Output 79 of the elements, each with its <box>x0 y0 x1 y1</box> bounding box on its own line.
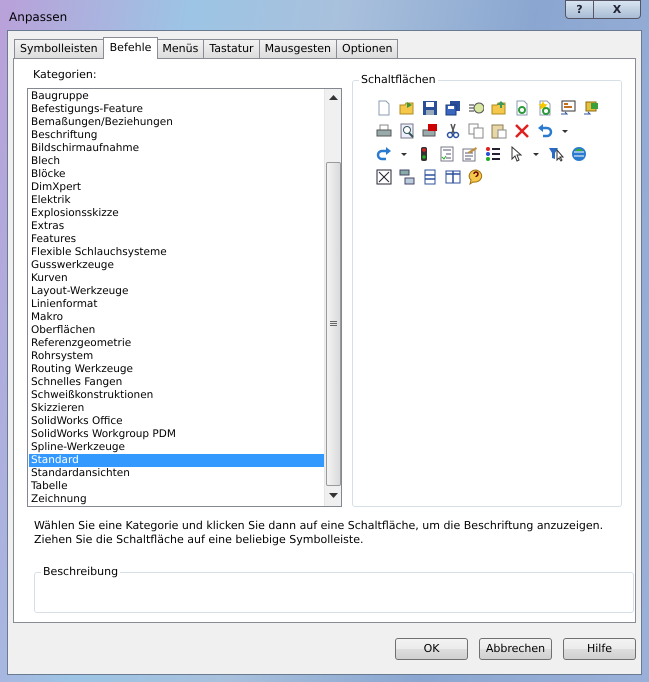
paste-icon[interactable] <box>491 123 507 139</box>
redo-icon[interactable] <box>376 146 392 162</box>
window-title: Anpassen <box>9 9 68 26</box>
description-title: Beschreibung <box>41 565 120 579</box>
tab[interactable]: Tastatur <box>203 39 260 58</box>
box-arrow-icon[interactable] <box>583 100 599 116</box>
categories-label: Kategorien: <box>33 68 98 82</box>
category-item[interactable]: Explosionsskizze <box>29 207 324 220</box>
category-item[interactable]: Skizzieren <box>29 402 324 415</box>
category-item[interactable]: Rohrsystem <box>29 350 324 363</box>
copy-icon[interactable] <box>468 123 484 139</box>
category-item[interactable]: Elektrik <box>29 194 324 207</box>
tab[interactable]: Optionen <box>336 39 398 58</box>
split-vertical-icon[interactable] <box>445 169 461 185</box>
category-item[interactable]: Beschriftung <box>29 129 324 142</box>
category-item[interactable]: Baugruppe <box>29 90 324 103</box>
category-item[interactable]: SolidWorks Office <box>29 415 324 428</box>
category-item[interactable]: DimXpert <box>29 181 324 194</box>
print-preview-icon[interactable] <box>399 123 415 139</box>
hint-text: Ziehen Sie die Schaltfläche auf eine beliebige Symbolleiste. <box>34 533 364 547</box>
tab[interactable]: Menüs <box>156 39 204 58</box>
category-item[interactable]: Blech <box>29 155 324 168</box>
cut-icon[interactable] <box>445 123 461 139</box>
category-item[interactable]: Routing Werkzeuge <box>29 363 324 376</box>
hint-text: Wählen Sie eine Kategorie und klicken Sie dann auf eine Schaltfläche, um die Beschriftung anzuzeigen. <box>34 519 604 533</box>
page-refresh-icon[interactable] <box>514 100 530 116</box>
expand-icon[interactable] <box>376 169 392 185</box>
printer-3d-icon[interactable] <box>422 123 438 139</box>
dialog-button[interactable]: OK <box>395 638 468 660</box>
dialog-button[interactable]: Abbrechen <box>479 638 552 660</box>
category-item[interactable]: Linienformat <box>29 298 324 311</box>
scroll-up-icon[interactable] <box>328 95 338 100</box>
category-item[interactable]: Standardansichten <box>29 467 324 480</box>
form-icon[interactable] <box>560 100 576 116</box>
category-item[interactable]: Schnelles Fangen <box>29 376 324 389</box>
cascade-icon[interactable] <box>399 169 415 185</box>
category-item[interactable]: Befestigungs-Feature <box>29 103 324 116</box>
category-item[interactable]: Schweißkonstruktionen <box>29 389 324 402</box>
close-button[interactable]: X <box>594 0 641 19</box>
category-item[interactable]: Bemaßungen/Beziehungen <box>29 116 324 129</box>
split-horizontal-icon[interactable] <box>422 169 438 185</box>
category-item[interactable]: Blöcke <box>29 168 324 181</box>
category-item[interactable]: Spline-Werkzeuge <box>29 441 324 454</box>
checklist-icon[interactable] <box>439 146 455 162</box>
category-item[interactable]: Kurven <box>29 272 324 285</box>
printer-icon[interactable] <box>376 123 392 139</box>
scroll-down-icon[interactable] <box>328 493 338 498</box>
tab[interactable]: Mausgesten <box>258 39 338 58</box>
list-icon[interactable] <box>485 146 501 162</box>
folder-arrow-icon[interactable] <box>399 100 415 116</box>
filter-cursor-icon[interactable] <box>548 146 564 162</box>
tab[interactable]: Befehle <box>102 37 158 59</box>
category-item[interactable]: Bildschirmaufnahme <box>29 142 324 155</box>
scroll-thumb[interactable] <box>326 162 340 486</box>
category-item[interactable]: Referenzgeometrie <box>29 337 324 350</box>
document-icon[interactable] <box>376 100 392 116</box>
category-item[interactable]: SolidWorks Workgroup PDM <box>29 428 324 441</box>
folder-up-icon[interactable] <box>491 100 507 116</box>
floppy-disks-icon[interactable] <box>445 100 461 116</box>
category-item[interactable]: Extras <box>29 220 324 233</box>
page-star-icon[interactable] <box>537 100 553 116</box>
category-item[interactable]: Gusswerkzeuge <box>29 259 324 272</box>
tab[interactable]: Symbolleisten <box>14 39 104 58</box>
category-item[interactable]: Zeichnung <box>29 493 324 506</box>
category-item[interactable]: Oberflächen <box>29 324 324 337</box>
grip-icon <box>330 321 336 327</box>
dialog-button[interactable]: Hilfe <box>563 638 636 660</box>
delete-icon[interactable] <box>514 123 530 139</box>
category-item[interactable]: Features <box>29 233 324 246</box>
category-item[interactable]: Flexible Schlauchsysteme <box>29 246 324 259</box>
category-item[interactable]: Makro <box>29 311 324 324</box>
category-item[interactable]: Tabelle <box>29 480 324 493</box>
help-bubble-icon[interactable] <box>468 169 484 185</box>
scrollbar[interactable] <box>324 89 341 506</box>
help-button[interactable]: ? <box>565 0 594 19</box>
globe-icon[interactable] <box>571 146 587 162</box>
form-pen-icon[interactable] <box>462 146 478 162</box>
undo-icon[interactable] <box>537 123 553 139</box>
category-item[interactable]: Layout-Werkzeuge <box>29 285 324 298</box>
